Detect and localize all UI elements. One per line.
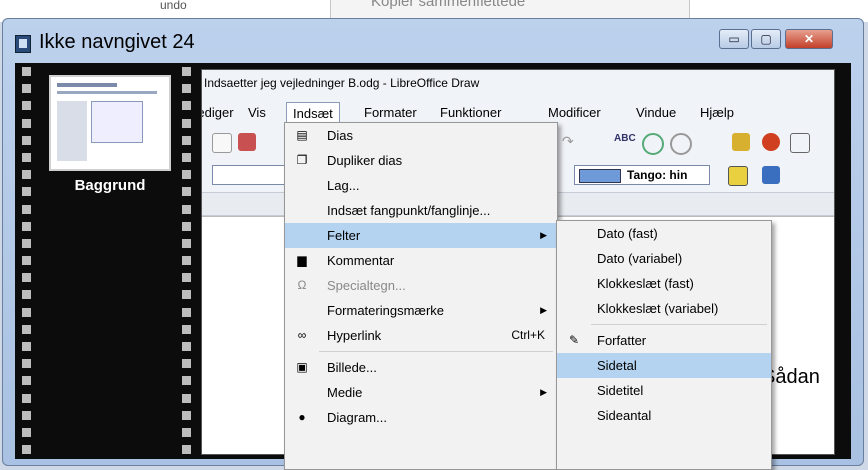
fields-submenu: Dato (fast) Dato (variabel) Klokkeslæt (fa… [556, 220, 772, 470]
slide-label: Baggrund [74, 177, 146, 194]
color-swatch [579, 168, 621, 183]
background-text: undo [160, 0, 187, 12]
maximize-button[interactable]: ▢ [751, 29, 781, 49]
menu-item-label: Kommentar [327, 253, 395, 268]
menu-hjaelp[interactable]: Hjælp [700, 105, 734, 120]
menu-item-label: Klokkeslæt (fast) [597, 276, 694, 291]
submenu-arrow-icon: ▶ [540, 305, 547, 315]
fields-menu-item-sidetal[interactable]: Sidetal [557, 353, 771, 378]
insert-menu-item-specialtegn[interactable]: Ω Specialtegn... [285, 273, 557, 298]
spellcheck-icon[interactable]: ABC [614, 133, 636, 151]
menu-item-label: Diagram... [327, 410, 387, 425]
menu-item-label: Dias [327, 128, 354, 143]
menu-formater[interactable]: Formater [364, 105, 417, 120]
insert-menu-item-lag[interactable]: Lag... [285, 173, 557, 198]
fields-menu-item-sidetitel[interactable]: Sidetitel [557, 378, 771, 403]
menu-separator [591, 324, 767, 325]
menu-item-label: Sideantal [597, 408, 652, 423]
hyperlink-icon: ∞ [297, 328, 307, 342]
insert-menu-item-medie[interactable]: Medie ▶ [285, 380, 557, 405]
zoom-page-icon[interactable] [670, 133, 692, 155]
fill-icon[interactable] [762, 166, 780, 184]
menu-item-label: Billede... [327, 360, 377, 375]
insert-menu-item-formateringsm-rke[interactable]: Formateringsmærke ▶ [285, 298, 557, 323]
menu-item-label: Indsæt fangpunkt/fanglinje... [327, 203, 491, 218]
chart-icon: ● [298, 410, 306, 424]
shadow-icon[interactable] [728, 166, 748, 186]
author-icon: ✎ [568, 333, 580, 347]
menu-vis[interactable]: Vis [248, 105, 266, 120]
menu-vindue[interactable]: Vindue [636, 105, 676, 120]
minimize-button[interactable]: ▭ [719, 29, 749, 49]
menu-item-label: Dato (variabel) [597, 251, 683, 266]
insert-menu-item-inds-t-fangpunkt-fanglinje[interactable]: Indsæt fangpunkt/fanglinje... [285, 198, 557, 223]
submenu-arrow-icon: ▶ [540, 230, 547, 240]
insert-menu-item-hyperlink[interactable]: ∞ Hyperlink Ctrl+K [285, 323, 557, 348]
menu-item-label: Sidetal [597, 358, 637, 373]
menu-separator [319, 351, 553, 352]
menu-funktioner[interactable]: Funktioner [440, 105, 501, 120]
menu-item-label: Dupliker dias [327, 153, 403, 168]
shortcut-label: Ctrl+K [511, 328, 545, 342]
insert-menu-item-dias[interactable]: ▤ Dias [285, 123, 557, 148]
zoom-icon[interactable] [642, 133, 664, 155]
fields-menu-item-klokkesl-t-fast[interactable]: Klokkeslæt (fast) [557, 271, 771, 296]
menu-item-label: Specialtegn... [327, 278, 406, 293]
close-button[interactable]: ✕ [785, 29, 833, 49]
fields-menu-item-forfatter[interactable]: ✎ Forfatter [557, 328, 771, 353]
chart-toolbar-icon[interactable] [762, 133, 780, 151]
film-sprockets-left [21, 67, 33, 462]
export-pdf-icon[interactable] [238, 133, 256, 151]
menu-item-label: Forfatter [597, 333, 647, 348]
area-color-select[interactable]: Tango: hin [574, 165, 710, 185]
insert-menu-item-diagram[interactable]: ● Diagram... [285, 405, 557, 430]
duplicate-slide-icon: ❐ [296, 153, 308, 167]
window-title: Ikke navngivet 24 [39, 31, 195, 53]
film-sprockets-right [181, 67, 193, 462]
fields-menu-item-dato-variabel[interactable]: Dato (variabel) [557, 246, 771, 271]
insert-menu-item-billede[interactable]: ▣ Billede... [285, 355, 557, 380]
table-icon[interactable] [790, 133, 810, 153]
redo-icon[interactable]: ↷ [562, 133, 580, 151]
slide-thumbnail[interactable] [49, 75, 171, 171]
omega-icon: Ω [297, 278, 307, 292]
menu-item-label: Klokkeslæt (variabel) [597, 301, 719, 316]
menu-modificer[interactable]: Modificer [548, 105, 601, 120]
menu-item-label: Sidetitel [597, 383, 644, 398]
menu-bar: Rediger Vis Indsæt Formater Funktioner M… [202, 102, 834, 125]
fields-menu-item-klokkesl-t-variabel[interactable]: Klokkeslæt (variabel) [557, 296, 771, 321]
save-icon[interactable] [212, 133, 232, 153]
background-menu-fragment: Kopier sammenflettede [330, 0, 690, 20]
menu-item-label: Formateringsmærke [327, 303, 445, 318]
line-style-select[interactable] [212, 165, 292, 185]
window-app-icon [15, 35, 31, 53]
menu-item-label: Dato (fast) [597, 226, 658, 241]
insert-menu-item-dupliker-dias[interactable]: ❐ Dupliker dias [285, 148, 557, 173]
color-name: Tango: hin [627, 168, 688, 182]
menu-item-label: Medie [327, 385, 363, 400]
fields-menu-item-sideantal[interactable]: Sideantal [557, 403, 771, 428]
submenu-arrow-icon: ▶ [540, 387, 547, 397]
comment-icon: ▆ [297, 253, 307, 267]
insert-menu-item-kommentar[interactable]: ▆ Kommentar [285, 248, 557, 273]
menu-item-label: Felter [327, 228, 361, 243]
menu-item-label: Lag... [327, 178, 360, 193]
insert-menu-item-felter[interactable]: Felter ▶ [285, 223, 557, 248]
app-title: Indsaetter jeg vejledninger B.odg - Libr… [204, 76, 480, 90]
insert-menu: ▤ Dias ❐ Dupliker dias Lag... Indsæt fangpunk… [284, 122, 558, 470]
menu-rediger[interactable]: Rediger [202, 105, 234, 120]
slide-icon: ▤ [296, 128, 308, 142]
image-icon: ▣ [296, 360, 308, 374]
menu-item-label: Hyperlink [327, 328, 382, 343]
gallery-icon[interactable] [732, 133, 750, 151]
fields-menu-item-dato-fast[interactable]: Dato (fast) [557, 221, 771, 246]
